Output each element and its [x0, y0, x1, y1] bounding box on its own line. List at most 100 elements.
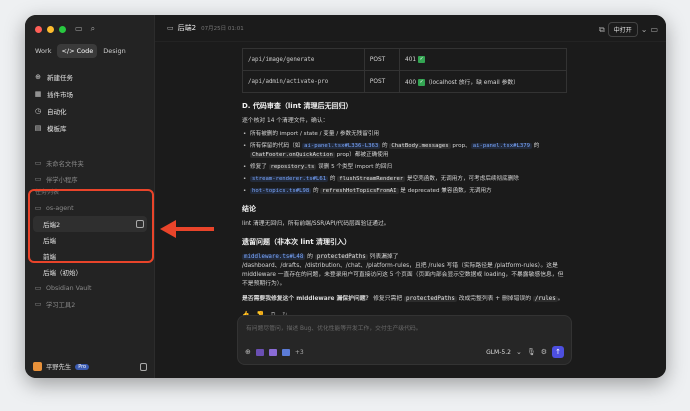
section-heading: D. 代码审查（lint 清理后无回归）	[242, 102, 353, 110]
text: 是空壳函数，无调用方，可考虑后续彻底删除	[405, 176, 519, 182]
nav-label: 插件市场	[47, 90, 73, 99]
add-icon[interactable]: ⊕	[245, 348, 251, 356]
inline-code: ChatBody.messages	[389, 143, 451, 149]
table-cell: POST	[363, 48, 401, 71]
file-link[interactable]: middleware.ts#L48	[242, 254, 306, 260]
settings-icon[interactable]: ⚙	[541, 348, 547, 356]
folder-label: Obsidian Vault	[46, 284, 92, 292]
text: 修复了	[250, 164, 269, 170]
attachment-count[interactable]: +3	[295, 349, 304, 356]
mode-tabs: Work </> Code Design	[31, 44, 130, 58]
inline-code: ChatFooter.onQuickAction	[250, 152, 335, 158]
attachment-chip[interactable]	[268, 348, 277, 356]
nav-plugin-market[interactable]: ▦ 插件市场	[33, 85, 149, 102]
folder-item[interactable]: ▭ 伴学小程序	[33, 171, 151, 187]
device-icon[interactable]	[140, 362, 147, 371]
model-selector[interactable]: GLM-5.2	[486, 349, 511, 356]
text: 所有被删的 import / state / 变量 / 参数无残留引用	[250, 131, 380, 137]
status-code: 401	[405, 57, 417, 63]
api-table: /api/image/generate POST 401 ✓ /api/admin…	[242, 48, 567, 93]
task-item[interactable]: 后端（初始）	[33, 264, 147, 280]
tab-work[interactable]: Work	[31, 44, 55, 58]
chat-input[interactable]: 有问题尽管问，描述 Bug、优化性能等开发工作，交付生产级代码。 ⊕ +3 GL…	[237, 315, 572, 365]
store-icon: ▦	[34, 89, 42, 98]
user-bar[interactable]: 平野先生 Pro	[33, 362, 147, 371]
tab-code[interactable]: </> Code	[57, 44, 98, 58]
text: 误删 5 个类型 import 的回归	[316, 164, 393, 170]
nav-new-task[interactable]: ⊕ 新建任务	[33, 68, 149, 85]
inline-code: protectedPaths	[403, 296, 457, 302]
file-link[interactable]: hot-topics.ts#L98	[250, 188, 312, 194]
app-icon: ⧉	[599, 24, 605, 34]
table-row: /api/image/generate POST 401 ✓	[242, 48, 567, 71]
chat-header: ▭ 后端2 07月25日 01:01 ⧉ 中打开 ⌄ ▭	[155, 15, 666, 42]
plan-badge: Pro	[75, 363, 90, 370]
folder-icon: ▭	[34, 175, 42, 183]
chat-content: /api/image/generate POST 401 ✓ /api/admin…	[242, 48, 567, 319]
folder-item[interactable]: ▭ Obsidian Vault	[33, 280, 151, 296]
nav-templates[interactable]: ▤ 模板库	[33, 119, 149, 136]
bullet-list: 所有被删的 import / state / 变量 / 参数无残留引用 所有保留…	[242, 130, 567, 196]
file-link[interactable]: stream-renderer.ts#L61	[250, 176, 329, 182]
folder-item[interactable]: ▭ 未命名文件夹	[33, 155, 151, 171]
inline-code: protectedPaths	[314, 254, 368, 260]
monitor-icon: ▭	[167, 24, 174, 32]
input-toolbar: ⊕ +3 GLM-5.2 ⌄ 🎙 ⚙ ↑	[245, 346, 564, 358]
open-in-button[interactable]: 中打开	[607, 22, 638, 37]
paragraph: middleware.ts#L48 的 protectedPaths 列表漏掉了…	[242, 253, 567, 289]
sidebar-nav: ⊕ 新建任务 ▦ 插件市场 ◷ 自动化 ▤ 模板库	[33, 68, 149, 136]
chevron-down-icon[interactable]: ⌄	[516, 348, 522, 356]
nav-label: 模板库	[47, 124, 67, 133]
table-cell: 401 ✓	[399, 48, 567, 71]
folder-item[interactable]: ▭ 学习工具2	[33, 296, 151, 312]
attachment-chip[interactable]	[281, 348, 290, 356]
tab-design[interactable]: Design	[99, 44, 129, 58]
paragraph: 逐个核对 14 个清理文件，确认：	[242, 118, 329, 124]
text: 是 deprecated 兼容函数，无调用方	[398, 188, 492, 194]
send-button[interactable]: ↑	[552, 346, 564, 358]
table-cell: /api/admin/activate-pro	[242, 70, 365, 93]
nav-label: 自动化	[47, 107, 67, 116]
text: 列表漏掉了	[367, 254, 399, 260]
minimize-window-button[interactable]	[47, 26, 54, 33]
chevron-down-icon[interactable]: ⌄	[641, 24, 648, 36]
panel-toggle-icon[interactable]: ▭	[650, 24, 658, 36]
arrow-line	[172, 227, 214, 231]
timestamp: 07月25日 01:01	[201, 26, 244, 32]
microphone-icon[interactable]: 🎙	[527, 348, 536, 356]
text: 的	[328, 176, 338, 182]
highlight-box	[28, 189, 154, 263]
folder-label: 学习工具2	[46, 301, 76, 309]
attachment-chip[interactable]	[255, 348, 264, 356]
check-icon: ✓	[418, 56, 426, 63]
user-name: 平野先生	[46, 364, 72, 371]
search-icon[interactable]: ⌕	[91, 23, 95, 35]
maximize-window-button[interactable]	[59, 26, 66, 33]
inline-code: flushStreamRenderer	[337, 176, 406, 182]
file-link[interactable]: ai-panel.tsx#L336-L363	[302, 143, 381, 149]
file-link[interactable]: ai-panel.tsx#L379	[470, 143, 532, 149]
nav-label: 新建任务	[47, 73, 73, 82]
template-icon: ▤	[34, 123, 42, 132]
main-panel: ▭ 后端2 07月25日 01:01 ⧉ 中打开 ⌄ ▭ /api/image/…	[155, 15, 666, 378]
text: 的	[380, 143, 390, 149]
table-cell: POST	[363, 70, 401, 93]
sidebar-toggle-icon[interactable]: ▭	[75, 23, 83, 35]
text: 的	[305, 254, 315, 260]
table-cell: /api/image/generate	[242, 48, 365, 71]
close-window-button[interactable]	[35, 26, 42, 33]
list-item: 所有保留的代码（如 ai-panel.tsx#L336-L363 的 ChatB…	[242, 142, 567, 160]
folder-icon: ▭	[34, 159, 42, 167]
nav-automation[interactable]: ◷ 自动化	[33, 102, 149, 119]
avatar	[33, 362, 42, 371]
paragraph: 是否需要我修复这个 middleware 漏保护问题？ 修复只需把 protec…	[242, 295, 567, 304]
input-placeholder: 有问题尽管问，描述 Bug、优化性能等开发工作，交付生产级代码。	[246, 326, 422, 332]
plus-circle-icon: ⊕	[35, 72, 41, 81]
section-heading: 遗留问题（非本次 lint 清理引入）	[242, 238, 352, 246]
text: /dashboard、/drafts、/distribution、/chat、/…	[242, 263, 564, 287]
text: 是否需要我修复这个 middleware 漏保护问题？	[242, 296, 372, 302]
folder-label: 未命名文件夹	[46, 160, 84, 168]
page-title: 后端2	[177, 24, 197, 32]
folder-label: 伴学小程序	[46, 176, 78, 184]
folder-icon: ▭	[34, 284, 42, 292]
